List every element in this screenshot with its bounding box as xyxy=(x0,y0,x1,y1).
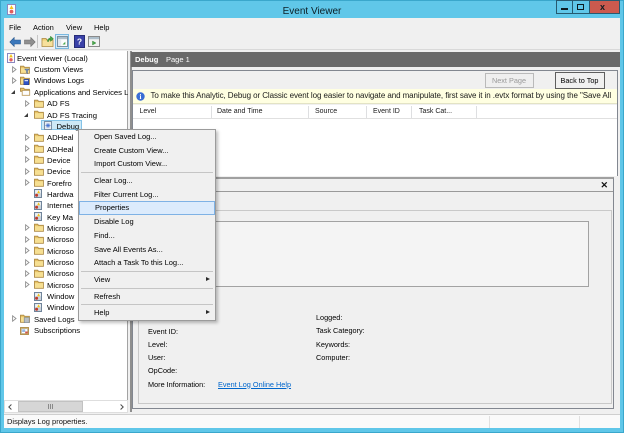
svg-text:i: i xyxy=(139,93,141,101)
